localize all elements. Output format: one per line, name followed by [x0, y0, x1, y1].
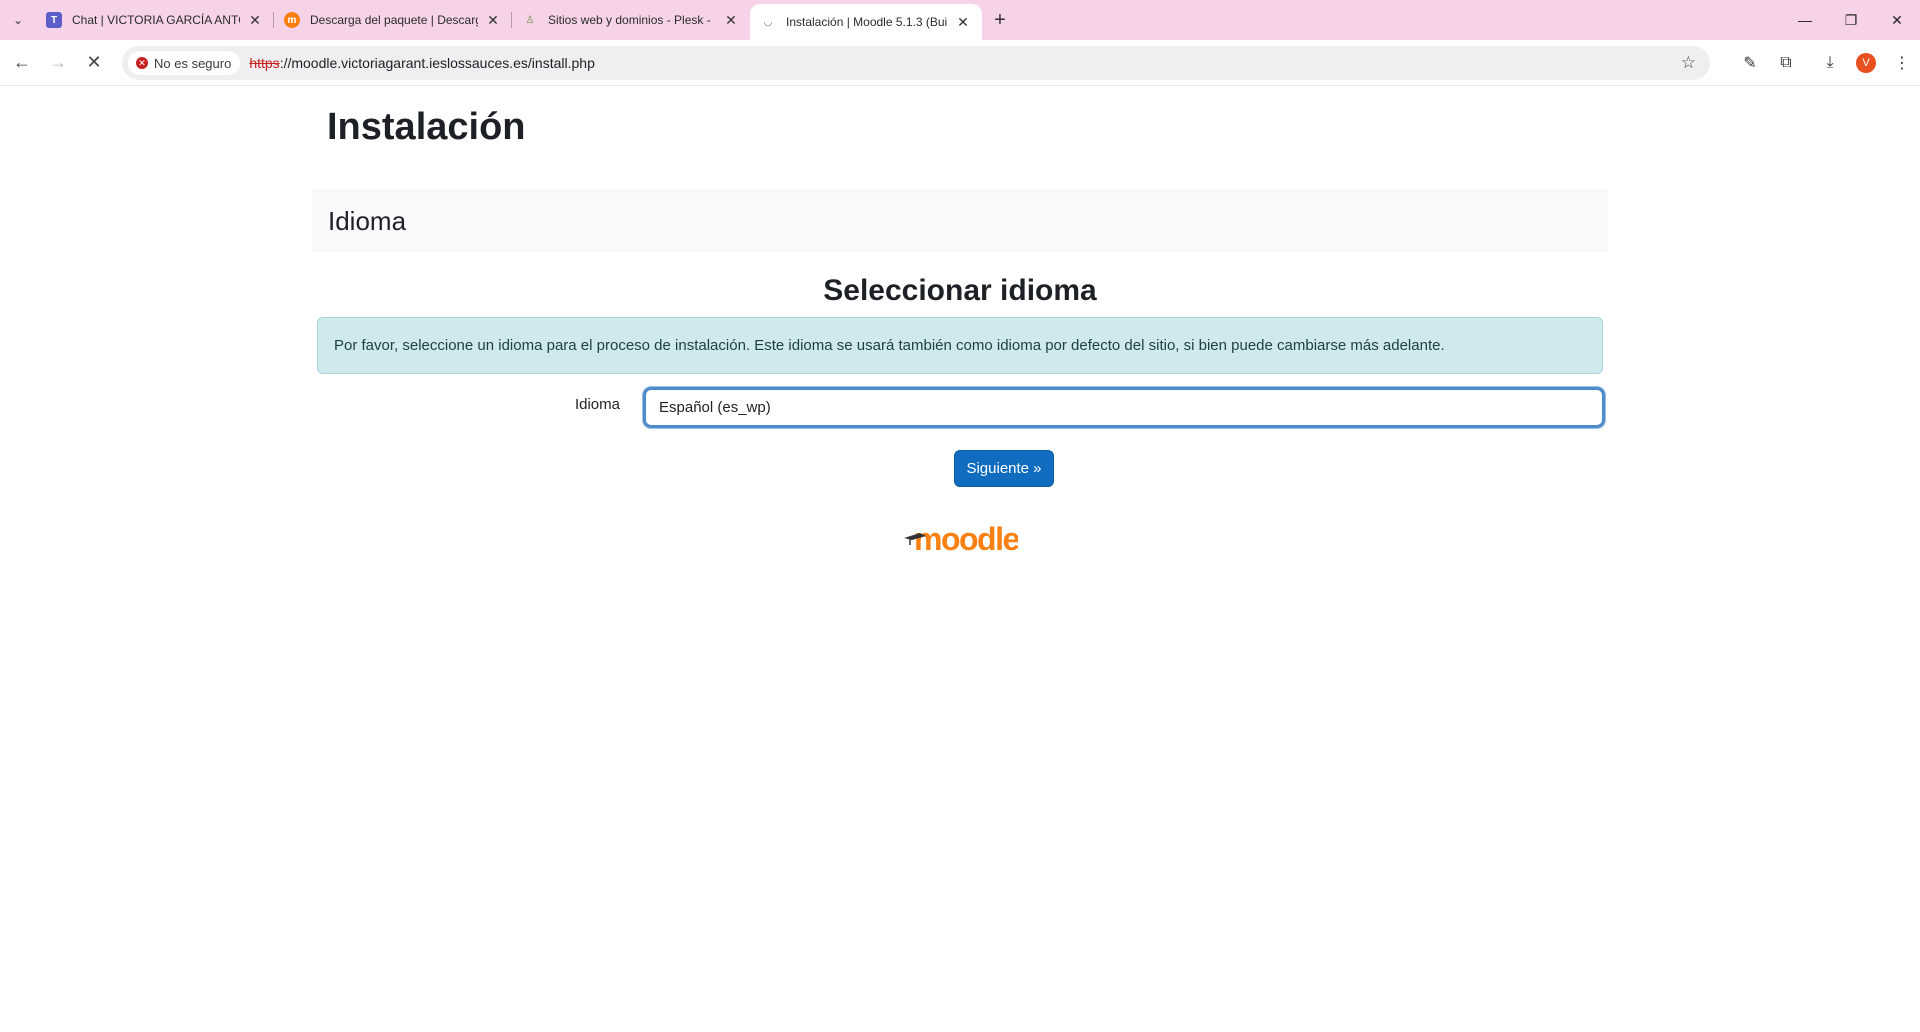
- tab-search-button[interactable]: ⌄: [0, 0, 36, 40]
- security-label: No es seguro: [154, 55, 232, 71]
- minimize-button[interactable]: —: [1782, 0, 1828, 40]
- language-select[interactable]: Español (es_wp): [643, 387, 1605, 428]
- minimize-icon: —: [1798, 12, 1812, 28]
- extensions-icon[interactable]: ⧉: [1768, 45, 1804, 81]
- tab-title: Instalación | Moodle 5.1.3 (Build: [786, 15, 948, 29]
- moodle-logo: moodle: [904, 521, 1018, 557]
- teams-icon: T: [46, 12, 62, 28]
- close-icon[interactable]: ✕: [484, 11, 502, 29]
- toolbar-icons: ✎ ⧉ ⤓ V ⋮: [1732, 45, 1920, 81]
- svg-text:moodle: moodle: [914, 521, 1018, 557]
- info-text: Por favor, seleccione un idioma para el …: [334, 337, 1445, 354]
- new-tab-button[interactable]: +: [982, 0, 1018, 40]
- close-icon: ✕: [1891, 11, 1903, 28]
- section-header: Idioma: [312, 189, 1608, 252]
- url-scheme: https: [249, 55, 280, 71]
- restore-button[interactable]: ❐: [1828, 0, 1874, 40]
- close-icon[interactable]: ✕: [246, 11, 264, 29]
- avatar[interactable]: V: [1856, 53, 1876, 73]
- page-title: Instalación: [327, 106, 526, 148]
- window-controls: — ❐ ✕: [1782, 0, 1920, 40]
- section-title: Idioma: [328, 206, 407, 236]
- security-chip[interactable]: ✕ No es seguro: [128, 51, 241, 75]
- moodle-icon: m: [284, 12, 300, 28]
- tab-strip: ⌄ T Chat | VICTORIA GARCÍA ANTÓ ✕ m Desc…: [0, 0, 1920, 40]
- more-menu-icon[interactable]: ⋮: [1884, 45, 1920, 81]
- url-path: ://moodle.victoriagarant.ieslossauces.es…: [279, 55, 595, 71]
- bookmark-star-icon[interactable]: ☆: [1681, 53, 1696, 73]
- tab-moodle-install[interactable]: ◡ Instalación | Moodle 5.1.3 (Build ✕: [750, 4, 982, 40]
- plus-icon: +: [994, 8, 1006, 31]
- address-bar[interactable]: ✕ No es seguro https://moodle.victoriaga…: [122, 46, 1710, 80]
- tab-title: Descarga del paquete | Descarg: [310, 13, 478, 27]
- browser-toolbar: ← → ✕ ✕ No es seguro https://moodle.vict…: [0, 40, 1920, 86]
- tab-plesk[interactable]: ♙ Sitios web y dominios - Plesk - ✕: [512, 0, 750, 40]
- back-button[interactable]: ←: [4, 45, 40, 81]
- forward-button[interactable]: →: [40, 45, 76, 81]
- restore-icon: ❐: [1844, 11, 1858, 28]
- tab-moodle-download[interactable]: m Descarga del paquete | Descarg ✕: [274, 0, 512, 40]
- subtitle: Seleccionar idioma: [823, 274, 1097, 307]
- language-value: Español (es_wp): [659, 399, 771, 416]
- language-label: Idioma: [574, 396, 620, 413]
- next-button[interactable]: Siguiente »: [954, 450, 1054, 487]
- page-content: Instalación Idioma Seleccionar idioma Po…: [0, 86, 1920, 1032]
- tab-teams-chat[interactable]: T Chat | VICTORIA GARCÍA ANTÓ ✕: [36, 0, 274, 40]
- warning-icon: ✕: [136, 57, 148, 69]
- tab-title: Chat | VICTORIA GARCÍA ANTÓ: [72, 13, 240, 27]
- arrow-right-icon: →: [49, 52, 67, 72]
- plesk-icon: ♙: [525, 14, 535, 26]
- download-icon[interactable]: ⤓: [1812, 45, 1848, 81]
- close-icon[interactable]: ✕: [722, 11, 740, 29]
- close-window-button[interactable]: ✕: [1874, 0, 1920, 40]
- tab-title: Sitios web y dominios - Plesk -: [548, 13, 711, 27]
- close-icon[interactable]: ✕: [954, 13, 972, 31]
- close-icon: ✕: [86, 52, 102, 72]
- chevron-down-icon: ⌄: [12, 13, 24, 27]
- pen-icon[interactable]: ✎: [1732, 45, 1768, 81]
- url-text[interactable]: https://moodle.victoriagarant.ieslossauc…: [249, 55, 595, 71]
- arrow-left-icon: ←: [13, 52, 31, 72]
- stop-loading-button[interactable]: ✕: [76, 45, 112, 81]
- loading-icon: ◡: [764, 16, 772, 28]
- info-alert: Por favor, seleccione un idioma para el …: [317, 317, 1603, 374]
